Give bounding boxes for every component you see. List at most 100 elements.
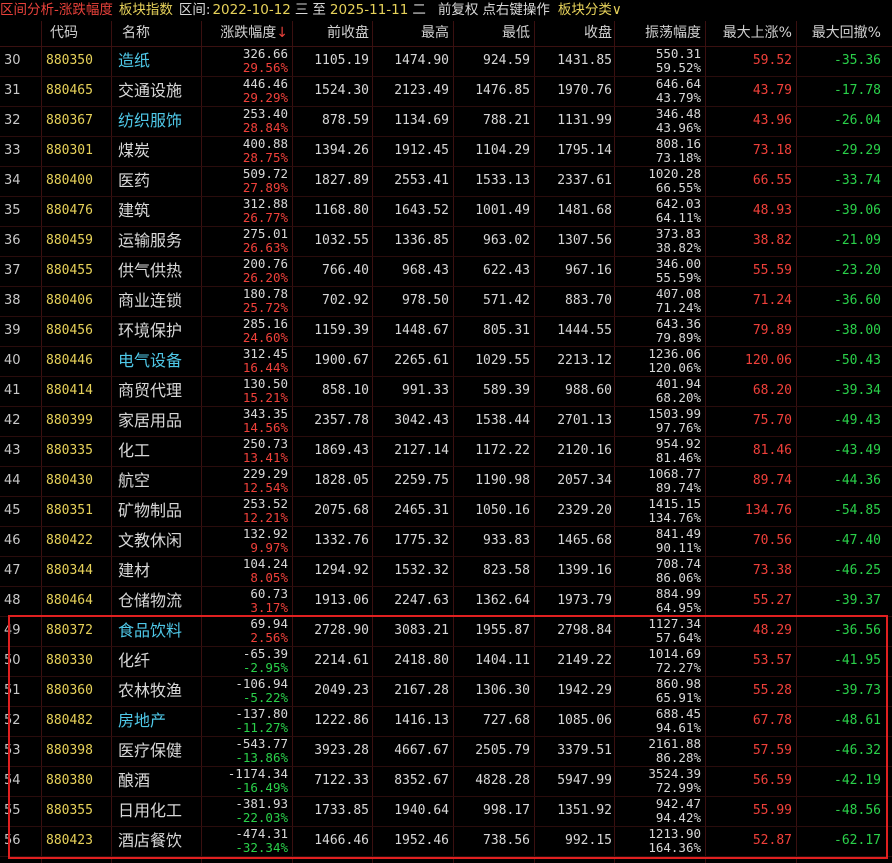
row-index: 54	[4, 773, 21, 788]
close-value: 2149.22	[557, 653, 612, 668]
table-row[interactable]: 39 880456 环境保护 1159.39 1448.67 805.31 1444.55 7…	[0, 316, 892, 347]
change-amount: 326.66	[242, 46, 288, 61]
table-row[interactable]: 34 880400 医药 1827.89 2553.41 1533.13 2337.61 66…	[0, 166, 892, 197]
max-up-value: 59.52	[752, 53, 792, 68]
table-row[interactable]: 51 880360 农林牧渔 2049.23 2167.28 1306.30 1942.29…	[0, 676, 892, 707]
table-row[interactable]: 43 880335 化工 1869.43 2127.14 1172.22 2120.16 81…	[0, 436, 892, 467]
index-type-selector[interactable]: 板块指数	[119, 0, 173, 21]
table-row[interactable]: 47 880344 建材 1294.92 1532.32 823.58 1399.16 73.…	[0, 556, 892, 587]
table-row[interactable]: 54 880380 酿酒 7122.33 8352.67 4828.28 5947.99 56…	[0, 766, 892, 797]
low-value: 1476.85	[475, 83, 530, 98]
change-cell: 275.01 26.63%	[243, 227, 288, 255]
table-row[interactable]: 53 880398 医疗保健 3923.28 4667.67 2505.79 3379.51…	[0, 736, 892, 767]
change-amount: 250.73	[242, 436, 288, 451]
amplitude-percent: 86.06%	[655, 570, 701, 585]
row-index: 43	[4, 443, 21, 458]
close-value: 967.16	[565, 263, 612, 278]
table-row[interactable]: 38 880406 商业连锁 702.92 978.50 571.42 883.70 71.2…	[0, 286, 892, 317]
max-up-value: 75.70	[752, 413, 792, 428]
prev-close-value: 1828.05	[314, 473, 369, 488]
col-change-header[interactable]: 涨跌幅度↓	[220, 21, 288, 46]
col-max-up-header[interactable]: 最大上涨%	[723, 21, 792, 46]
change-cell: 104.24 8.05%	[243, 557, 288, 585]
max-drawdown-value: -44.36	[834, 473, 881, 488]
col-name-header[interactable]: 名称	[122, 21, 150, 46]
table-row[interactable]: 55 880355 日用化工 1733.85 1940.64 998.17 1351.92 5…	[0, 796, 892, 827]
low-value: 924.59	[483, 53, 530, 68]
table-row[interactable]: 30 880350 造纸 1105.19 1474.90 924.59 1431.85 59.…	[0, 46, 892, 77]
max-drawdown-value: -33.74	[834, 173, 881, 188]
prev-close-value: 1332.76	[314, 533, 369, 548]
change-percent: 3.17%	[250, 600, 288, 615]
row-index: 48	[4, 593, 21, 608]
amplitude-cell: 3524.39 72.99%	[648, 767, 701, 795]
prev-close-value: 1032.55	[314, 233, 369, 248]
prev-close-value: 2049.23	[314, 683, 369, 698]
close-value: 988.60	[565, 383, 612, 398]
change-percent: 24.60%	[242, 330, 288, 345]
table-row[interactable]: 35 880476 建筑 1168.80 1643.52 1001.49 1481.68 48…	[0, 196, 892, 227]
amplitude-cell: 884.99 64.95%	[656, 587, 701, 615]
table-row[interactable]: 41 880414 商贸代理 858.10 991.33 589.39 988.60 68.2…	[0, 376, 892, 407]
low-value: 1104.29	[475, 143, 530, 158]
table-row[interactable]: 40 880446 电气设备 1900.67 2265.61 1029.55 2213.12…	[0, 346, 892, 377]
table-row[interactable]: 37 880455 供气供热 766.40 968.43 622.43 967.16 55.5…	[0, 256, 892, 287]
max-up-value: 120.06	[745, 353, 792, 368]
max-drawdown-value: -26.04	[834, 113, 881, 128]
change-cell: 400.88 28.75%	[243, 137, 288, 165]
start-date[interactable]: 2022-10-12	[212, 0, 290, 21]
amplitude-percent: 43.96%	[655, 120, 701, 135]
col-max-drawdown-header[interactable]: 最大回撤%	[812, 21, 881, 46]
max-up-value: 55.59	[752, 263, 792, 278]
high-value: 2259.75	[394, 473, 449, 488]
row-index: 30	[4, 53, 21, 68]
table-row[interactable]: 32 880367 纺织服饰 878.59 1134.69 788.21 1131.99 43…	[0, 106, 892, 137]
end-date[interactable]: 2025-11-11	[330, 0, 408, 21]
table-row[interactable]: 42 880399 家居用品 2357.78 3042.43 1538.44 2701.13…	[0, 406, 892, 437]
category-dropdown[interactable]: 板块分类∨	[558, 0, 622, 21]
max-up-value: 55.27	[752, 593, 792, 608]
col-close-header[interactable]: 收盘	[584, 21, 612, 46]
table-row[interactable]: 31 880465 交通设施 1524.30 2123.49 1476.85 1970.76…	[0, 76, 892, 107]
adjust-mode[interactable]: 前复权	[438, 0, 479, 21]
change-amount: 200.76	[242, 256, 288, 271]
low-value: 1362.64	[475, 593, 530, 608]
col-high-header[interactable]: 最高	[421, 21, 449, 46]
table-row[interactable]: 36 880459 运输服务 1032.55 1336.85 963.02 1307.56 3…	[0, 226, 892, 257]
max-drawdown-value: -39.06	[834, 203, 881, 218]
amplitude-cell: 1127.34 57.64%	[648, 617, 701, 645]
amplitude-percent: 94.42%	[655, 810, 701, 825]
amplitude-value: 346.00	[655, 256, 701, 271]
amplitude-value: 1020.28	[648, 166, 701, 181]
amplitude-value: 1068.77	[648, 466, 701, 481]
row-index: 42	[4, 413, 21, 428]
amplitude-percent: 64.95%	[655, 600, 701, 615]
close-value: 1942.29	[557, 683, 612, 698]
amplitude-percent: 68.20%	[655, 390, 701, 405]
table-row[interactable]: 56 880423 酒店餐饮 1466.46 1952.46 738.56 992.15 52…	[0, 826, 892, 857]
amplitude-cell: 954.92 81.46%	[656, 437, 701, 465]
table-row[interactable]: 46 880422 文教休闲 1332.76 1775.32 933.83 1465.68 7…	[0, 526, 892, 557]
change-percent: 29.29%	[242, 90, 288, 105]
sector-code: 880301	[46, 143, 93, 158]
table-row[interactable]: 50 880330 化纤 2214.61 2418.80 1404.11 2149.22 53…	[0, 646, 892, 677]
table-row[interactable]: 52 880482 房地产 1222.86 1416.13 727.68 1085.06 67…	[0, 706, 892, 737]
amplitude-percent: 65.91%	[655, 690, 701, 705]
table-row[interactable]: 45 880351 矿物制品 2075.68 2465.31 1050.16 2329.20…	[0, 496, 892, 527]
table-row[interactable]: 33 880301 煤炭 1394.26 1912.45 1104.29 1795.14 73…	[0, 136, 892, 167]
change-percent: -5.22%	[242, 690, 288, 705]
col-code-header[interactable]: 代码	[50, 21, 78, 46]
sector-code: 880422	[46, 533, 93, 548]
change-cell: -1174.34 -16.49%	[228, 767, 288, 795]
amplitude-value: 3524.39	[648, 766, 701, 781]
col-low-header[interactable]: 最低	[502, 21, 530, 46]
col-amplitude-header[interactable]: 振荡幅度	[645, 21, 701, 46]
change-percent: 28.75%	[242, 150, 288, 165]
table-row[interactable]: 49 880372 食品饮料 2728.90 3083.21 1955.87 2798.84…	[0, 616, 892, 647]
amplitude-percent: 97.76%	[655, 420, 701, 435]
prev-close-value: 1159.39	[314, 323, 369, 338]
table-row[interactable]: 48 880464 仓储物流 1913.06 2247.63 1362.64 1973.79…	[0, 586, 892, 617]
table-row[interactable]: 44 880430 航空 1828.05 2259.75 1190.98 2057.34 89…	[0, 466, 892, 497]
max-up-value: 70.56	[752, 533, 792, 548]
col-prev-close-header[interactable]: 前收盘	[327, 21, 369, 46]
